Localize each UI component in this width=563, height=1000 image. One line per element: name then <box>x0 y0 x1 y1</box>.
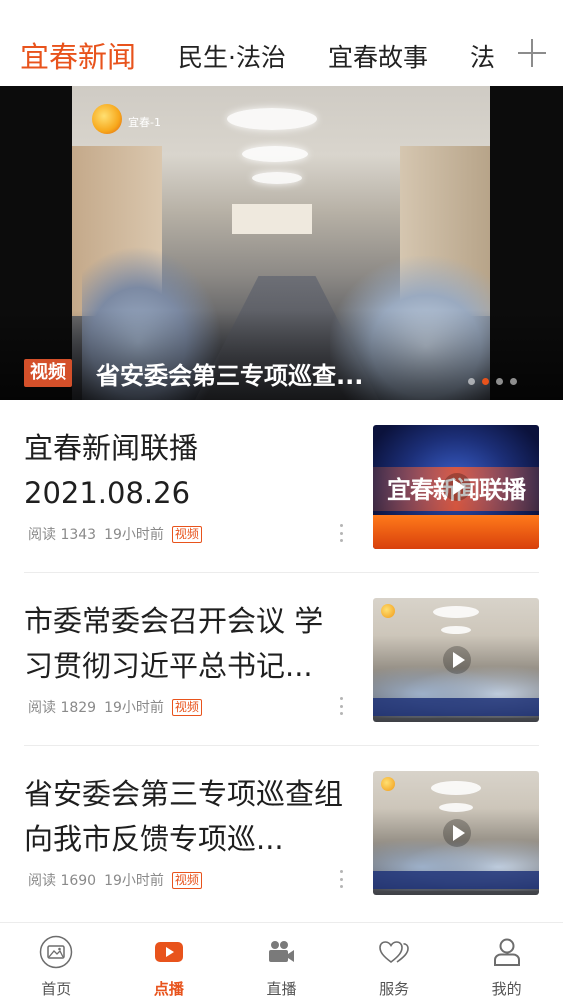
thumb-caption-strip <box>373 698 539 716</box>
tab-yichun-stories[interactable]: 宜春故事 <box>328 30 428 74</box>
news-title: 市委常委会召开会议 学习贯彻习近平总书记... <box>24 604 324 683</box>
hero-ceiling-light <box>252 172 302 184</box>
top-tab-bar: 宜春新闻 民生·法治 宜春故事 法 <box>0 0 563 86</box>
nav-label: 服务 <box>379 980 410 998</box>
nav-mine[interactable]: 我的 <box>450 923 563 1000</box>
thumb-caption-strip <box>373 871 539 889</box>
carousel-dot <box>468 378 475 385</box>
nav-label: 点播 <box>153 980 184 998</box>
publish-time: 19小时前 <box>104 700 164 716</box>
video-tag: 视频 <box>171 698 202 716</box>
play-icon <box>443 646 471 674</box>
video-badge: 视频 <box>24 359 72 387</box>
more-icon[interactable] <box>338 524 344 542</box>
plus-icon[interactable] <box>515 36 549 70</box>
hero-title[interactable]: 省安委会第三专项巡查... <box>96 356 396 391</box>
tab-label: 宜春故事 <box>327 43 428 72</box>
home-picture-icon <box>40 935 73 969</box>
carousel-dot <box>510 378 517 385</box>
nav-home[interactable]: 首页 <box>0 923 113 1000</box>
news-meta: 阅读 1343 19小时前 视频 <box>28 524 202 544</box>
thumb-light <box>439 803 473 812</box>
play-icon <box>443 819 471 847</box>
news-thumbnail <box>373 771 539 895</box>
news-list: 宜春新闻联播 2021.08.26 阅读 1343 19小时前 视频 宜春新闻联… <box>0 400 563 919</box>
tab-livelihood-law[interactable]: 民生·法治 <box>178 30 286 74</box>
thumb-bottom-band <box>373 515 539 549</box>
thumb-light <box>431 781 481 795</box>
channel-logo <box>381 777 395 791</box>
tab-label: 法 <box>469 43 495 72</box>
hero-ceiling-light <box>242 146 308 162</box>
tab-label: 宜春新闻 <box>20 40 137 74</box>
news-meta: 阅读 1690 19小时前 视频 <box>28 870 202 890</box>
bottom-nav: 首页 点播 直播 服务 我的 <box>0 922 563 1000</box>
thumb-light <box>441 626 471 634</box>
carousel-dot <box>496 378 503 385</box>
news-meta: 阅读 1829 19小时前 视频 <box>28 697 202 717</box>
more-icon[interactable] <box>338 697 344 715</box>
video-tag: 视频 <box>171 525 202 543</box>
tab-yichun-news[interactable]: 宜春新闻 <box>20 30 136 76</box>
nav-live[interactable]: 直播 <box>225 923 338 1000</box>
list-item[interactable]: 宜春新闻联播 2021.08.26 阅读 1343 19小时前 视频 宜春新闻联… <box>0 400 563 573</box>
hearts-icon <box>379 941 409 964</box>
read-count: 阅读 1343 <box>28 527 97 543</box>
video-camera-icon <box>269 941 295 962</box>
channel-logo <box>92 104 122 134</box>
nav-on-demand[interactable]: 点播 <box>113 923 226 1000</box>
news-title: 省安委会第三专项巡查组向我市反馈专项巡... <box>24 777 344 856</box>
carousel-indicator <box>468 378 517 385</box>
thumb-light <box>433 606 479 618</box>
play-icon <box>154 942 183 962</box>
news-title: 宜春新闻联播 2021.08.26 <box>24 431 199 510</box>
news-thumbnail <box>373 598 539 722</box>
hero-ceiling-light <box>227 108 317 130</box>
more-icon[interactable] <box>338 870 344 888</box>
play-icon <box>443 473 471 501</box>
channel-logo-text: 宜春-1 <box>128 116 161 129</box>
list-item[interactable]: 市委常委会召开会议 学习贯彻习近平总书记... 阅读 1829 19小时前 视频 <box>0 573 563 746</box>
nav-label: 直播 <box>266 980 297 998</box>
nav-label: 首页 <box>41 980 72 998</box>
read-count: 阅读 1829 <box>28 700 97 716</box>
nav-label: 我的 <box>491 980 522 998</box>
publish-time: 19小时前 <box>104 873 164 889</box>
read-count: 阅读 1690 <box>28 873 97 889</box>
tab-law[interactable]: 法 <box>470 30 495 74</box>
hero-carousel[interactable]: 宜春-1 视频 省安委会第三专项巡查... <box>0 86 563 400</box>
channel-logo <box>381 604 395 618</box>
hero-wall-banner <box>232 204 312 234</box>
channel-tabs: 宜春新闻 民生·法治 宜春故事 法 <box>0 30 505 80</box>
carousel-dot-active <box>482 378 489 385</box>
nav-services[interactable]: 服务 <box>338 923 451 1000</box>
tab-label: 民生·法治 <box>178 43 286 72</box>
user-icon <box>493 938 520 966</box>
video-tag: 视频 <box>171 871 202 889</box>
list-item[interactable]: 省安委会第三专项巡查组向我市反馈专项巡... 阅读 1690 19小时前 视频 <box>0 746 563 919</box>
news-thumbnail: 宜春新闻联播 <box>373 425 539 549</box>
publish-time: 19小时前 <box>104 527 164 543</box>
